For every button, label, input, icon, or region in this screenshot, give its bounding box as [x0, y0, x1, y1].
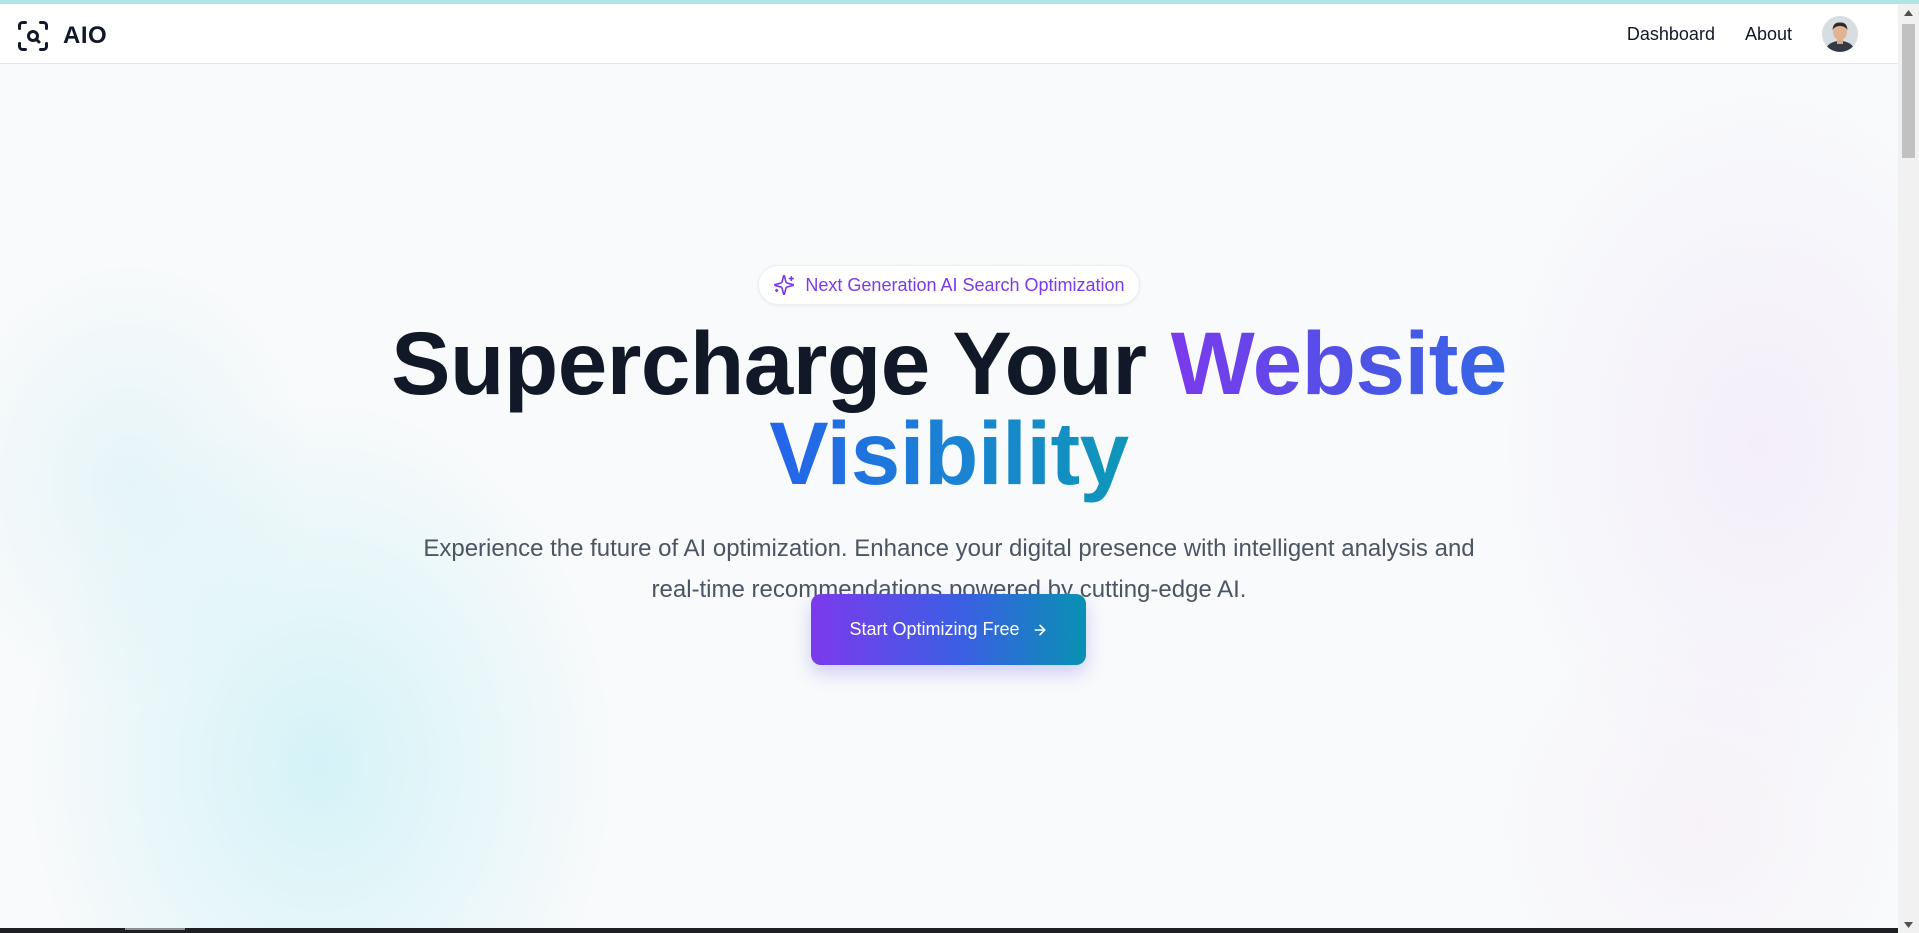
brand-name: AIO [63, 22, 108, 49]
headline-plain: Supercharge Your [391, 313, 1171, 413]
start-optimizing-button[interactable]: Start Optimizing Free [811, 594, 1086, 665]
nav-link-dashboard[interactable]: Dashboard [1627, 24, 1715, 45]
user-avatar[interactable] [1822, 16, 1858, 52]
scroll-thumb[interactable] [1902, 24, 1915, 158]
window-bottom-edge [0, 928, 1898, 933]
cta-label: Start Optimizing Free [849, 619, 1020, 639]
arrow-right-icon [1034, 624, 1045, 635]
brand-logo[interactable]: AIO [15, 18, 107, 54]
navbar: AIO Dashboard About [0, 4, 1898, 64]
nav-link-about[interactable]: About [1745, 24, 1792, 45]
hero-badge-text: Next Generation AI Search Optimization [805, 274, 1125, 295]
hero-headline: Supercharge Your Website Visibility [0, 318, 1898, 498]
window-bottom-edge-mark [125, 928, 185, 930]
scan-search-icon [18, 21, 48, 51]
headline-accent-website: Website [1170, 313, 1508, 413]
scroll-up-arrow-icon[interactable] [1898, 4, 1919, 21]
sparkles-icon [774, 274, 795, 296]
page-scrollbar[interactable] [1898, 4, 1919, 933]
scroll-down-arrow-icon[interactable] [1898, 916, 1919, 933]
nav-links: Dashboard About [1627, 16, 1858, 52]
hero-badge: Next Generation AI Search Optimization [758, 265, 1140, 305]
headline-accent-visibility: Visibility [769, 403, 1129, 503]
